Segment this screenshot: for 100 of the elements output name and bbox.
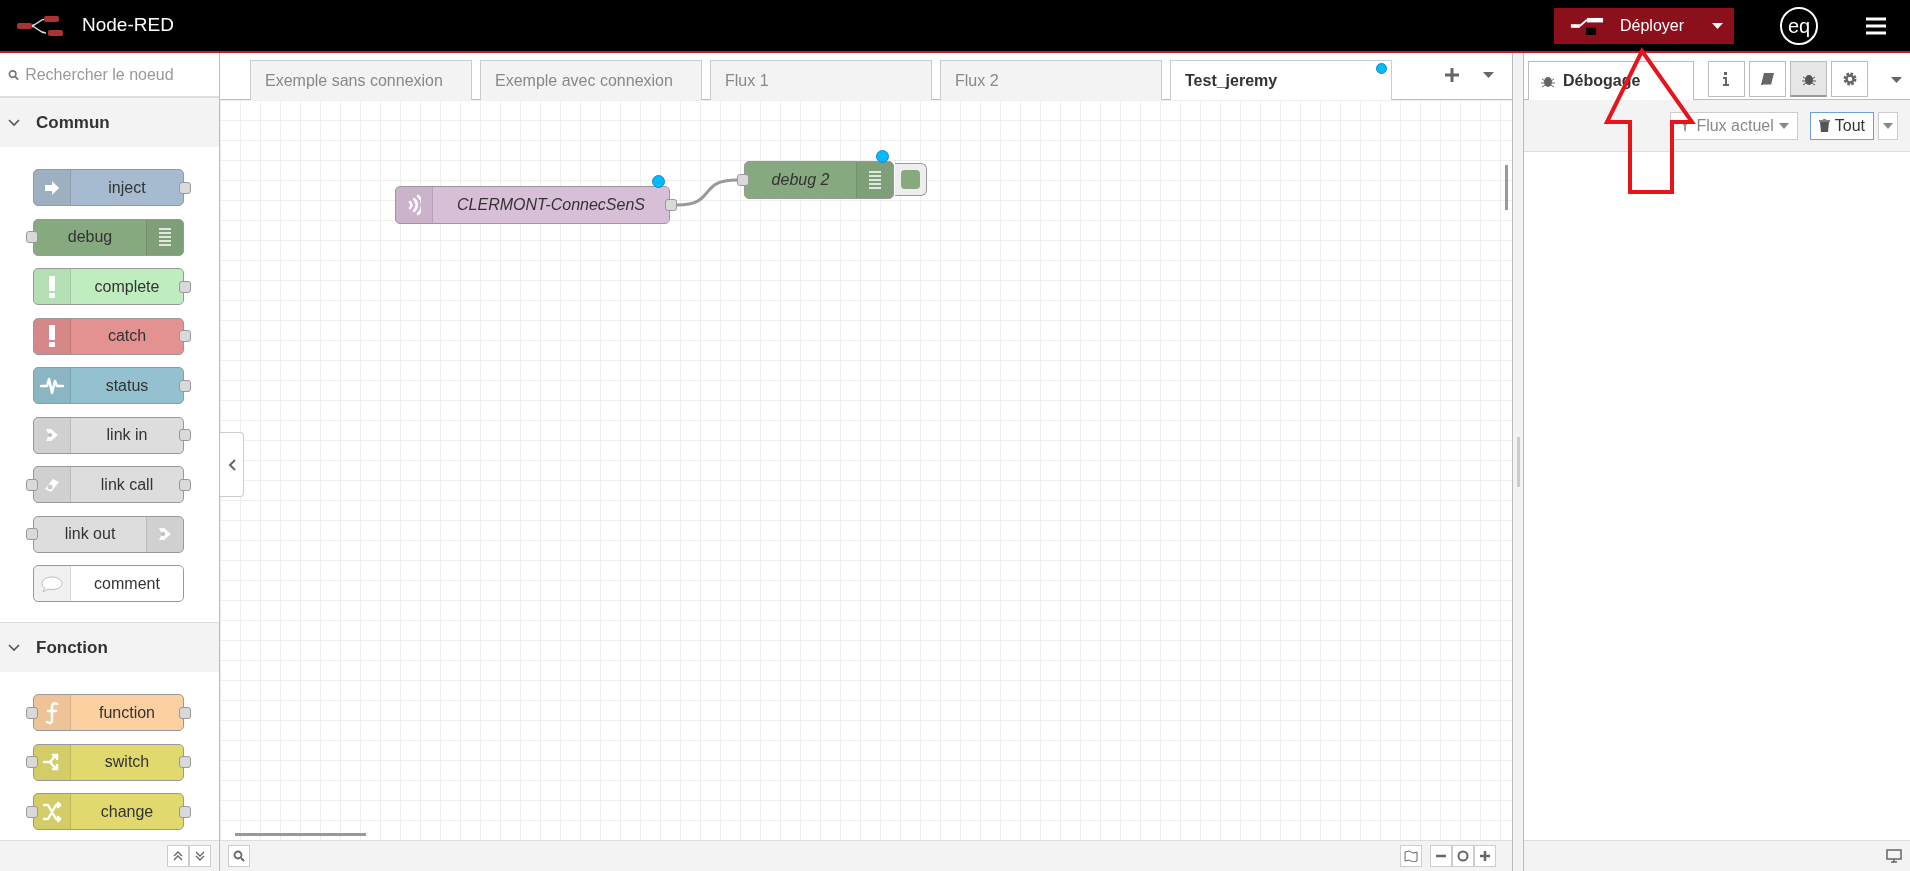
input-port[interactable] — [737, 174, 749, 186]
output-port[interactable] — [179, 379, 191, 392]
output-port[interactable] — [179, 756, 191, 769]
palette-node[interactable]: complete — [33, 268, 184, 306]
monitor-icon — [1886, 849, 1902, 863]
palette-node[interactable]: change — [33, 793, 184, 831]
clear-menu-button[interactable] — [1878, 111, 1898, 140]
scrollbar[interactable] — [1505, 165, 1508, 210]
palette-node[interactable]: function — [33, 694, 184, 732]
menu-icon — [1866, 16, 1886, 35]
debug-toggle-button[interactable] — [895, 163, 927, 196]
chevron-icon — [8, 643, 20, 652]
node-label: inject — [108, 177, 146, 198]
map-icon — [1404, 850, 1418, 862]
circle-icon — [1457, 850, 1469, 862]
palette-node[interactable]: comment — [33, 565, 184, 603]
caret-icon — [1778, 122, 1789, 129]
function-icon — [45, 700, 59, 725]
input-port[interactable] — [26, 805, 38, 818]
flow-node[interactable]: debug 2 — [744, 161, 894, 199]
palette-collapse-handle[interactable] — [220, 432, 244, 497]
list-icon — [158, 227, 172, 248]
input-port[interactable] — [26, 756, 38, 769]
flow-node[interactable]: CLERMONT-ConnecSenS — [395, 186, 670, 224]
node-label: link call — [100, 474, 154, 495]
node-label: catch — [107, 326, 147, 347]
double-chevron-down-icon — [195, 851, 205, 862]
sidebar-tool-button[interactable] — [1708, 61, 1745, 97]
node-label: switch — [104, 752, 150, 773]
flow-canvas[interactable]: CLERMONT-ConnecSenS debug 2 — [220, 100, 1512, 840]
node-label: comment — [94, 573, 160, 594]
tab-menu-button[interactable] — [1483, 72, 1494, 78]
node-label: debug — [67, 227, 113, 248]
palette-node[interactable]: debug — [33, 218, 184, 256]
signal-icon — [407, 193, 421, 217]
output-port[interactable] — [179, 805, 191, 818]
output-port[interactable] — [179, 429, 191, 442]
search-icon — [233, 850, 245, 862]
output-port[interactable] — [179, 181, 191, 194]
palette-node[interactable]: catch — [33, 317, 184, 355]
node-label: CLERMONT-ConnecSenS — [457, 195, 645, 215]
add-tab-button[interactable] — [1445, 68, 1459, 82]
palette-node[interactable]: link out — [33, 515, 184, 553]
splitter-handle[interactable] — [1516, 437, 1520, 487]
category-header[interactable]: Fonction — [0, 622, 219, 673]
palette-node[interactable]: link call — [33, 466, 184, 504]
node-label: change — [100, 801, 154, 822]
deploy-button[interactable]: Déployer — [1554, 7, 1700, 44]
user-avatar[interactable]: eq — [1780, 6, 1818, 45]
exclamation-icon — [48, 274, 56, 299]
palette-node[interactable]: status — [33, 367, 184, 405]
plus-icon — [1445, 68, 1459, 82]
output-port[interactable] — [179, 706, 191, 719]
node-label: link out — [64, 524, 116, 545]
deploy-menu-button[interactable] — [1700, 7, 1734, 44]
input-port[interactable] — [26, 706, 38, 719]
output-port[interactable] — [179, 280, 191, 293]
wire[interactable] — [676, 178, 738, 207]
menu-button[interactable] — [1866, 16, 1886, 35]
sidebar-tool-button[interactable] — [1831, 61, 1868, 97]
search-button[interactable] — [228, 845, 250, 867]
input-port[interactable] — [26, 231, 38, 244]
input-port[interactable] — [26, 528, 38, 541]
caret-icon — [1883, 122, 1893, 129]
logo-icon — [16, 13, 66, 38]
list-icon — [868, 170, 882, 190]
palette-node[interactable]: link in — [33, 416, 184, 454]
expand-all-button[interactable] — [189, 845, 211, 868]
zoom-reset-button[interactable] — [1452, 845, 1474, 867]
bug-icon — [1541, 74, 1555, 88]
caret-icon — [1483, 72, 1494, 78]
sidebar-tool-button[interactable] — [1790, 61, 1827, 97]
shuffle-icon — [42, 800, 62, 823]
exclamation-icon — [48, 324, 56, 349]
scrollbar[interactable] — [235, 833, 366, 836]
zoom-in-button[interactable] — [1474, 845, 1496, 867]
sidebar-menu-button[interactable] — [1891, 77, 1902, 83]
trash-icon — [1818, 119, 1830, 132]
app-title: Node-RED — [82, 13, 174, 38]
output-port[interactable] — [665, 199, 677, 211]
caret-icon — [1891, 77, 1902, 83]
sidebar-tool-button[interactable] — [1749, 61, 1786, 97]
gear-icon — [1841, 71, 1858, 87]
clear-button[interactable]: Tout — [1809, 111, 1874, 140]
map-button[interactable] — [1400, 845, 1422, 867]
monitor-button[interactable] — [1886, 849, 1902, 863]
pulse-icon — [40, 375, 64, 396]
speech-bubble-icon — [41, 574, 63, 593]
zoom-out-button[interactable] — [1430, 845, 1452, 867]
caret-icon — [1711, 22, 1723, 29]
input-port[interactable] — [26, 478, 38, 491]
output-port[interactable] — [179, 330, 191, 343]
chevron-left-icon — [227, 458, 236, 471]
palette-node[interactable]: inject — [33, 169, 184, 207]
category-header[interactable]: Commun — [0, 97, 219, 148]
collapse-all-button[interactable] — [167, 845, 189, 868]
flow-tab[interactable]: Test_jeremy — [1170, 60, 1392, 100]
output-port[interactable] — [179, 478, 191, 491]
search-icon — [8, 68, 20, 81]
palette-node[interactable]: switch — [33, 743, 184, 781]
